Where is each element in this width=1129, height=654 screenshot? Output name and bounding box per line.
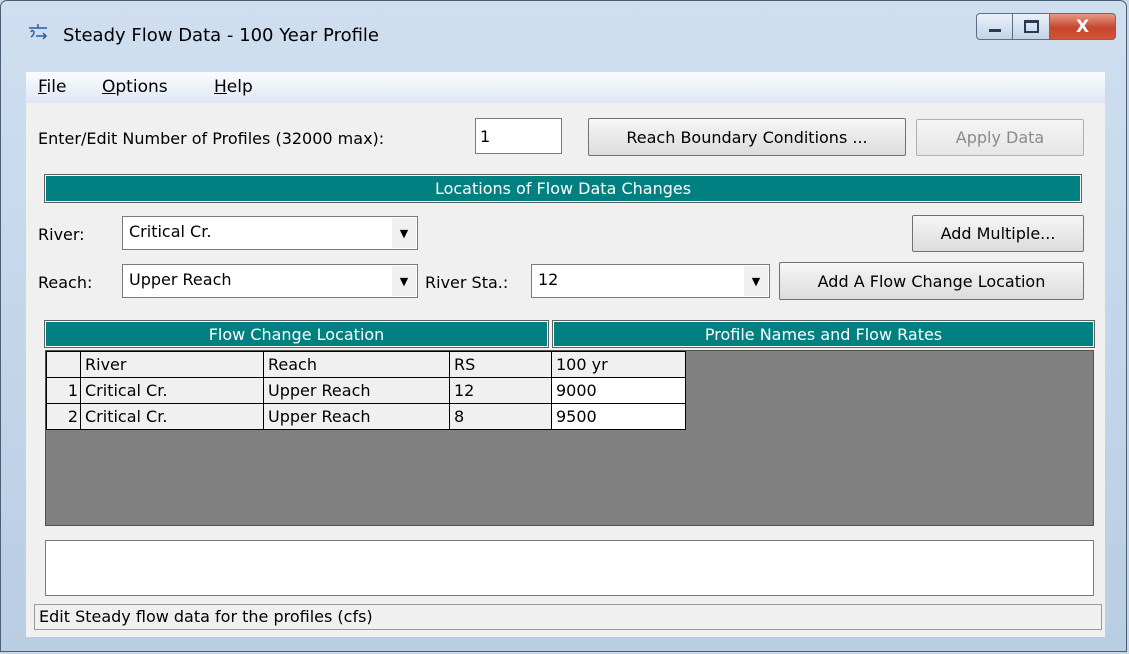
river-sta-value: 12 [538,270,559,289]
cell-river: Critical Cr. [80,403,264,430]
reach-label: Reach: [38,273,93,292]
river-value: Critical Cr. [129,222,212,241]
minimize-button[interactable] [976,13,1013,40]
notes-textbox[interactable] [45,540,1094,596]
cell-rs: 12 [449,377,552,404]
maximize-button[interactable] [1013,13,1050,40]
menu-options[interactable]: Options [102,77,168,97]
reach-boundary-conditions-button[interactable]: Reach Boundary Conditions ... [588,118,906,156]
table-row: 2 Critical Cr. Upper Reach 8 9500 [46,403,686,430]
column-header-rs: RS [449,351,552,378]
cell-flow[interactable]: 9500 [551,403,686,430]
profiles-label: Enter/Edit Number of Profiles (32000 max… [38,129,385,148]
status-bar: Edit Steady flow data for the profiles (… [34,604,1102,630]
menu-file[interactable]: File [38,77,66,97]
river-sta-select[interactable]: 12 ▼ [531,264,770,298]
flow-change-location-header: Flow Change Location [44,320,549,348]
cell-rs: 8 [449,403,552,430]
apply-data-button[interactable]: Apply Data [916,119,1084,156]
cell-reach: Upper Reach [263,403,450,430]
table-header-row: River Reach RS 100 yr [46,351,686,378]
profiles-count-input[interactable]: 1 [475,118,562,154]
close-button[interactable]: X [1050,13,1116,40]
river-label: River: [38,225,85,244]
river-sta-label: River Sta.: [425,273,509,292]
app-icon [29,24,48,40]
locations-header: Locations of Flow Data Changes [44,174,1082,203]
table-row: 1 Critical Cr. Upper Reach 12 9000 [46,377,686,404]
title-bar[interactable]: Steady Flow Data - 100 Year Profile X [1,1,1126,46]
close-icon: X [1075,16,1090,37]
menu-bar: File Options Help [26,72,1105,103]
column-header-flow-100yr: 100 yr [551,351,686,378]
reach-value: Upper Reach [129,270,232,289]
row-number-header [46,351,81,378]
add-flow-change-location-button[interactable]: Add A Flow Change Location [779,262,1084,300]
cell-flow[interactable]: 9000 [551,377,686,404]
chevron-down-icon[interactable]: ▼ [744,266,768,296]
river-select[interactable]: Critical Cr. ▼ [122,216,418,250]
menu-help[interactable]: Help [214,77,253,97]
add-multiple-button[interactable]: Add Multiple... [912,215,1084,252]
flow-data-table: River Reach RS 100 yr 1 Critical Cr. Upp… [46,351,686,430]
column-header-reach: Reach [263,351,450,378]
row-number: 2 [46,403,81,430]
profile-names-header: Profile Names and Flow Rates [552,320,1095,348]
window-title: Steady Flow Data - 100 Year Profile [63,25,379,46]
column-header-river: River [80,351,264,378]
chevron-down-icon[interactable]: ▼ [392,266,416,296]
chevron-down-icon[interactable]: ▼ [392,218,416,248]
row-number: 1 [46,377,81,404]
cell-reach: Upper Reach [263,377,450,404]
cell-river: Critical Cr. [80,377,264,404]
maximize-icon [1023,20,1039,33]
minimize-icon [988,29,1001,32]
reach-select[interactable]: Upper Reach ▼ [122,264,418,298]
